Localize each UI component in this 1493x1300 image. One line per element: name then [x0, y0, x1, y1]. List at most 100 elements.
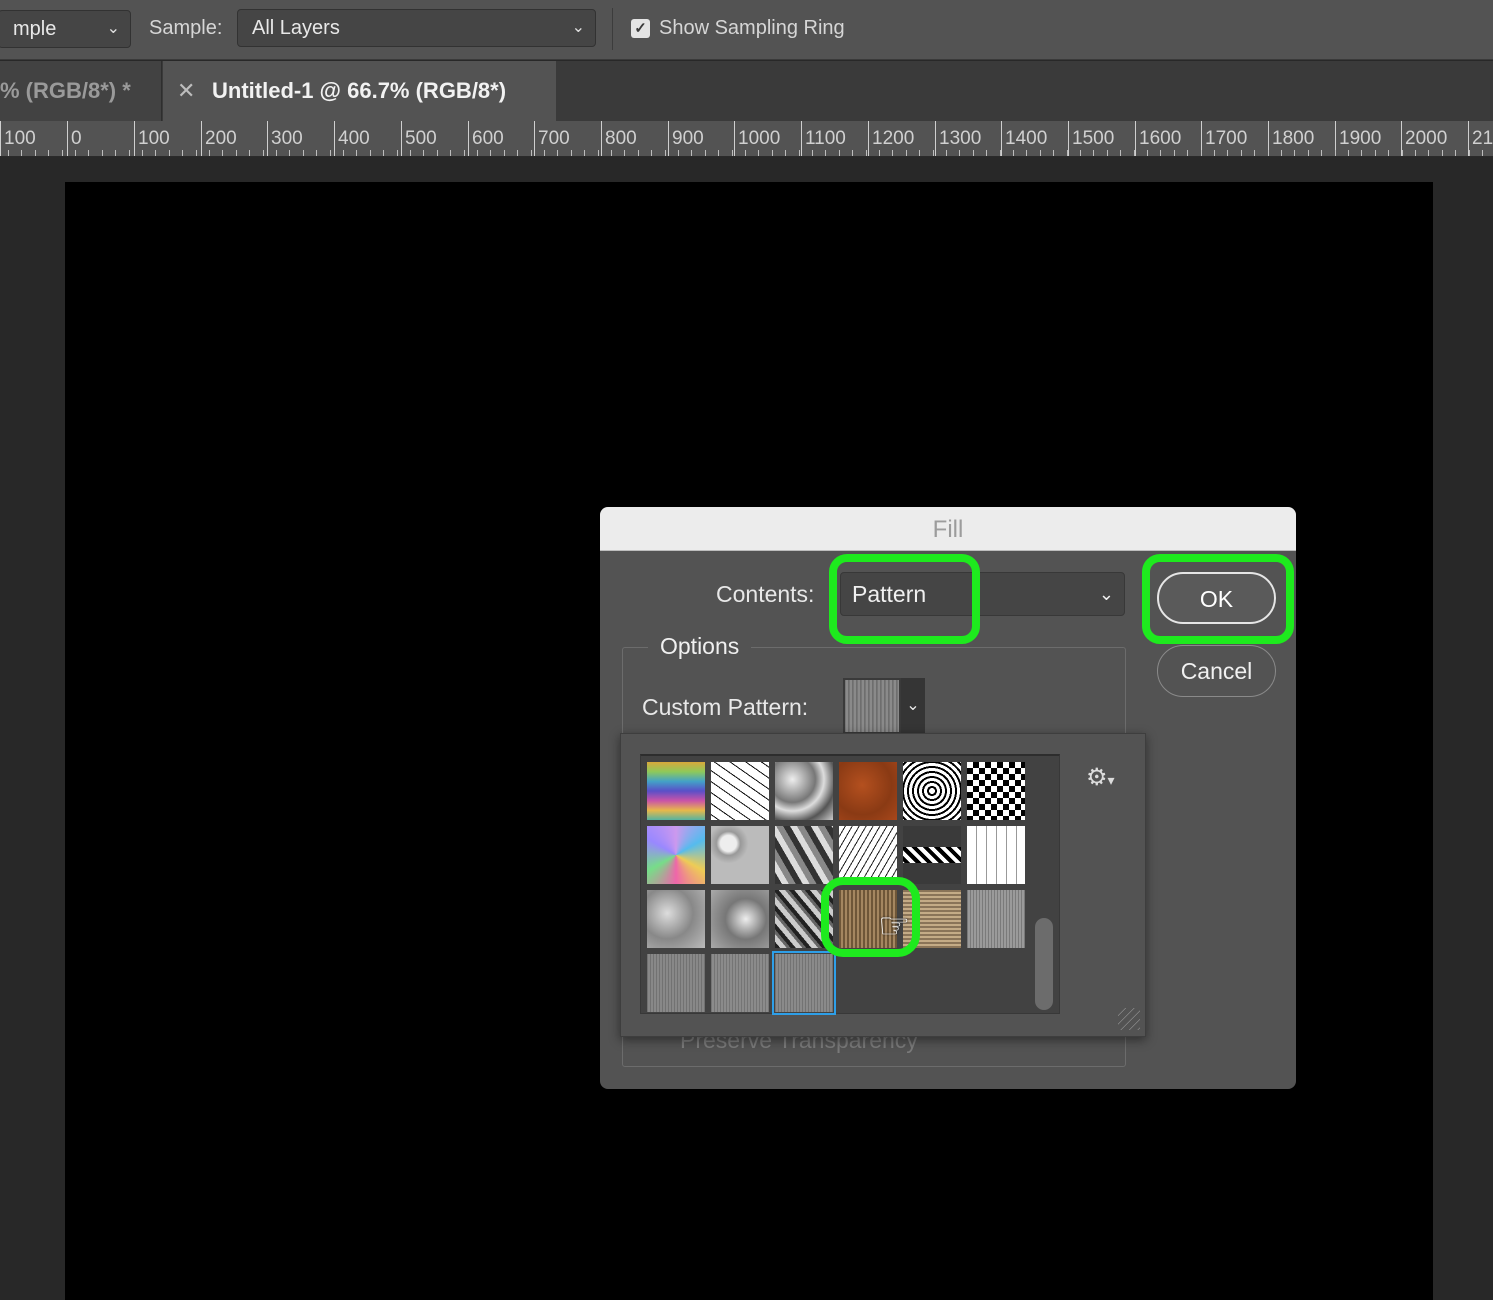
ruler-tick — [665, 150, 666, 156]
ruler-tick — [1241, 150, 1242, 156]
ruler-tick — [1013, 150, 1014, 156]
ruler-tick — [490, 150, 491, 156]
ruler-tick — [263, 150, 264, 156]
ruler-tick — [544, 150, 545, 156]
ruler-tick — [598, 150, 599, 156]
ruler-tick — [169, 150, 170, 156]
ruler-tick — [142, 150, 143, 156]
ruler-tick — [236, 150, 237, 156]
pattern-swatch-white-tiles[interactable] — [967, 826, 1025, 884]
custom-pattern-swatch[interactable] — [843, 678, 901, 734]
ruler-tick — [825, 150, 826, 156]
ruler-tick — [1214, 150, 1215, 156]
pattern-swatch-triangles-mosaic[interactable] — [775, 826, 833, 884]
pattern-swatch-colorful-foil[interactable] — [647, 826, 705, 884]
ruler-tick — [1388, 150, 1389, 156]
tab-label: Untitled-1 @ 66.7% (RGB/8*) — [212, 78, 507, 103]
pattern-swatch-checkerboard[interactable] — [967, 762, 1025, 820]
ruler-label: 300 — [267, 121, 303, 156]
ruler-tick — [1375, 150, 1376, 156]
ruler-tick — [1093, 150, 1094, 156]
close-icon[interactable]: ✕ — [177, 61, 195, 121]
ruler-tick — [1254, 150, 1255, 156]
pattern-swatch-cracked-lines[interactable] — [839, 826, 897, 884]
tab-previous-document[interactable]: % (RGB/8*) * — [0, 61, 162, 121]
ruler-tick — [1455, 150, 1456, 156]
ok-button[interactable]: OK — [1157, 572, 1276, 624]
ruler-tick — [504, 150, 505, 156]
ruler-tick — [812, 150, 813, 156]
hand-cursor-icon: ☞ — [878, 905, 911, 946]
ruler-tick — [624, 150, 625, 156]
ruler-tick — [1201, 150, 1202, 156]
ruler-tick — [450, 150, 451, 156]
pattern-swatch-gray-bubbles[interactable] — [711, 826, 769, 884]
ruler-tick — [571, 150, 572, 156]
ruler-label: 200 — [201, 121, 237, 156]
tab-label: % (RGB/8*) * — [0, 78, 131, 103]
ruler-tick — [330, 150, 331, 156]
ruler-tick — [986, 150, 987, 156]
ruler-tick — [383, 150, 384, 156]
ruler-tick — [1308, 150, 1309, 156]
pattern-swatch-gray-clouds[interactable] — [647, 890, 705, 948]
ruler-tick — [343, 150, 344, 156]
pattern-swatch-crumpled-paper[interactable] — [775, 762, 833, 820]
show-sampling-ring-checkbox[interactable]: ✓ — [631, 19, 650, 38]
ruler-tick — [933, 150, 934, 156]
tab-untitled-1[interactable]: ✕ Untitled-1 @ 66.7% (RGB/8*) — [163, 61, 556, 121]
ruler-tick — [1335, 150, 1336, 156]
ruler-tick — [557, 150, 558, 156]
pattern-swatch-concentric-squares[interactable] — [903, 762, 961, 820]
sample-dropdown[interactable]: All Layers ⌄ — [237, 9, 596, 47]
chevron-down-icon[interactable]: ⌄ — [901, 678, 925, 734]
ruler-tick — [1107, 150, 1108, 156]
ruler-tick — [1134, 150, 1135, 156]
chevron-down-icon: ⌄ — [1098, 584, 1114, 604]
ruler-tick — [892, 150, 893, 156]
ruler-tick — [705, 150, 706, 156]
ruler-tick — [48, 150, 49, 156]
ruler-tick — [517, 150, 518, 156]
chevron-down-icon: ⌄ — [106, 20, 120, 37]
ruler-tick — [1187, 150, 1188, 156]
cancel-button[interactable]: Cancel — [1157, 645, 1276, 697]
ruler-label: 800 — [601, 121, 637, 156]
pattern-grid — [640, 754, 1060, 1015]
contents-value: Pattern — [852, 581, 927, 607]
pattern-swatch-gray-fabric[interactable] — [967, 890, 1025, 948]
pattern-swatch-tan-weave[interactable] — [903, 890, 961, 948]
ruler-tick — [102, 150, 103, 156]
pattern-grid-scrollbar[interactable] — [1035, 918, 1053, 1010]
pattern-swatch-gray-blobs[interactable] — [711, 890, 769, 948]
ruler-tick — [758, 150, 759, 156]
pattern-swatch-gray-linen-1[interactable] — [647, 954, 705, 1012]
sample-size-dropdown[interactable]: mple ⌄ — [0, 10, 131, 48]
ruler-tick — [423, 150, 424, 156]
ruler-label: 500 — [401, 121, 437, 156]
ruler-tick — [21, 150, 22, 156]
ruler-tick — [1348, 150, 1349, 156]
ruler-tick — [477, 150, 478, 156]
ruler-tick — [209, 150, 210, 156]
gear-icon[interactable]: ⚙▾ — [1086, 763, 1115, 792]
ruler-tick — [182, 150, 183, 156]
contents-dropdown[interactable]: Pattern ⌄ — [840, 572, 1125, 616]
pattern-swatch-black-ink-lines[interactable] — [711, 762, 769, 820]
pattern-swatch-gray-linen-2[interactable] — [711, 954, 769, 1012]
pattern-swatch-rainbow-gradient[interactable] — [647, 762, 705, 820]
ruler-tick — [1227, 150, 1228, 156]
ruler-tick — [1281, 150, 1282, 156]
pattern-swatch-rust-orange[interactable] — [839, 762, 897, 820]
ruler-tick — [129, 150, 130, 156]
ruler-tick — [651, 150, 652, 156]
ruler-label: 900 — [668, 121, 704, 156]
pattern-swatch-zigzag-stripe[interactable] — [903, 826, 961, 884]
ruler-tick — [1442, 150, 1443, 156]
ruler-label: 2000 — [1401, 121, 1447, 156]
resize-grip-icon[interactable] — [1118, 1008, 1140, 1030]
ruler-tick — [1361, 150, 1362, 156]
pattern-swatch-gray-linen-3[interactable] — [772, 951, 836, 1015]
ruler-tick — [35, 150, 36, 156]
pattern-swatch-gray-chain-links[interactable] — [775, 890, 833, 948]
